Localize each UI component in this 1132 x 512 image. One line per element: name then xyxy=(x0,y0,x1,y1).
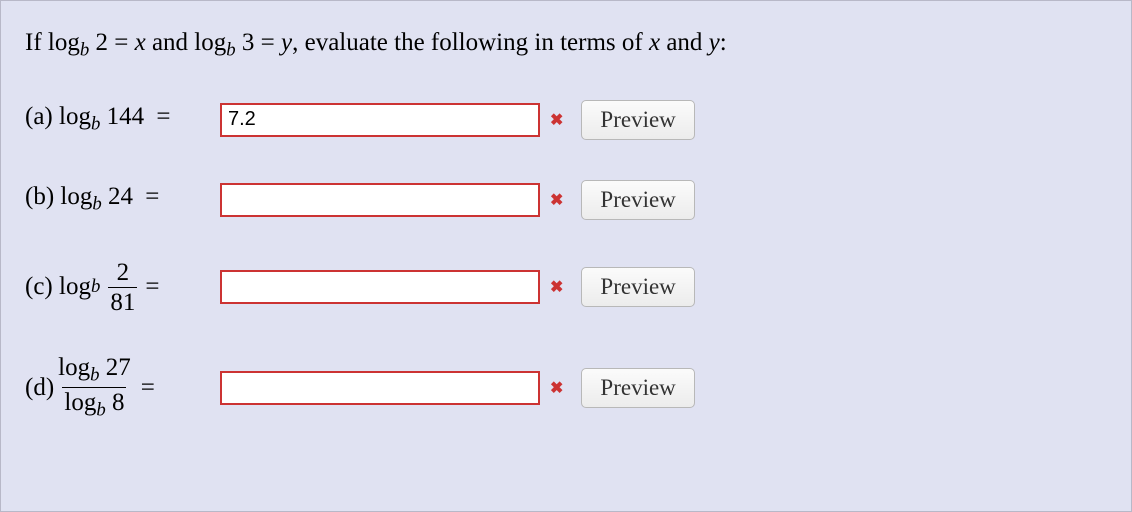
part-a-label: (a) logb 144 = xyxy=(25,103,220,136)
incorrect-icon: ✖ xyxy=(550,190,563,210)
part-b-row: (b) logb 24 = ✖ Preview xyxy=(25,180,1107,220)
part-b-label: (b) logb 24 = xyxy=(25,183,220,216)
part-d-label: (d) logb 27 logb 8 = xyxy=(25,355,220,421)
part-a-input[interactable] xyxy=(220,103,540,137)
fraction: logb 27 logb 8 xyxy=(56,355,133,421)
log-base: b xyxy=(226,40,235,61)
part-c-row: (c) logb 2 81 = ✖ Preview xyxy=(25,260,1107,315)
log-base: b xyxy=(80,40,89,61)
part-a-row: (a) logb 144 = ✖ Preview xyxy=(25,100,1107,140)
part-d-row: (d) logb 27 logb 8 = ✖ Preview xyxy=(25,355,1107,421)
preview-button[interactable]: Preview xyxy=(581,180,694,220)
part-d-input[interactable] xyxy=(220,371,540,405)
preview-button[interactable]: Preview xyxy=(581,368,694,408)
part-b-input[interactable] xyxy=(220,183,540,217)
incorrect-icon: ✖ xyxy=(550,378,563,398)
part-c-label: (c) logb 2 81 = xyxy=(25,260,220,315)
incorrect-icon: ✖ xyxy=(550,110,563,130)
preview-button[interactable]: Preview xyxy=(581,100,694,140)
prompt-text: If log xyxy=(25,29,80,56)
fraction: 2 81 xyxy=(108,260,137,315)
problem-prompt: If logb 2 = x and logb 3 = y, evaluate t… xyxy=(25,29,1107,62)
incorrect-icon: ✖ xyxy=(550,277,563,297)
preview-button[interactable]: Preview xyxy=(581,267,694,307)
part-c-input[interactable] xyxy=(220,270,540,304)
